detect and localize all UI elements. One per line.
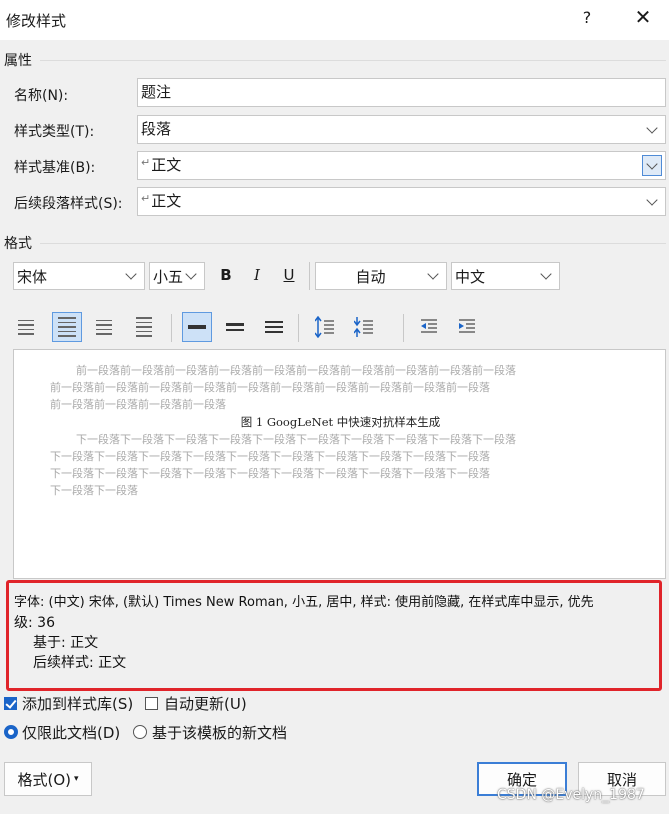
auto-update-checkbox[interactable] — [145, 697, 158, 710]
toolbar-separator — [171, 314, 172, 342]
chevron-down-icon[interactable] — [536, 265, 556, 286]
watermark: CSDN @Evelyn_1987 — [497, 787, 645, 803]
auto-update-label[interactable]: 自动更新(U) — [164, 693, 247, 714]
underline-button[interactable]: U — [276, 262, 302, 288]
one-half-spacing-icon[interactable] — [220, 312, 250, 342]
this-document-only-radio[interactable] — [4, 725, 18, 739]
title-bar: 修改样式 ? ✕ — [0, 0, 669, 40]
format-divider — [40, 243, 666, 244]
next-style-label: 后续段落样式(S): — [14, 196, 123, 212]
close-button[interactable]: ✕ — [632, 6, 654, 28]
preview-caption: 图 1 GoogLeNet 中快速对抗样本生成 — [240, 415, 441, 429]
chevron-down-icon[interactable] — [642, 191, 662, 212]
preview-previous-line: 前一段落前一段落前一段落前一段落前一段落前一段落前一段落前一段落前一段落前一段落 — [50, 381, 490, 394]
name-field[interactable]: 题注 — [137, 78, 666, 107]
decrease-indent-icon[interactable] — [414, 312, 444, 342]
paragraph-mark-icon: ↵ — [141, 156, 151, 169]
format-menu-button[interactable]: 格式(O) ▾ — [4, 762, 92, 796]
font-size-select[interactable]: 小五 — [149, 262, 205, 290]
add-to-gallery-label[interactable]: 添加到样式库(S) — [22, 693, 133, 714]
preview-previous-line: 前一段落前一段落前一段落前一段落前一段落前一段落前一段落前一段落前一段落前一段落 — [76, 364, 516, 377]
chevron-down-icon[interactable] — [181, 265, 201, 286]
justify-icon[interactable] — [129, 312, 159, 342]
preview-previous-line: 前一段落前一段落前一段落前一段落 — [50, 398, 226, 411]
preview-next-line: 下一段落下一段落下一段落下一段落下一段落下一段落下一段落下一段落下一段落下一段落 — [50, 467, 490, 480]
font-color-value: 自动 — [355, 268, 386, 286]
space-before-increase-icon[interactable] — [310, 312, 340, 342]
toolbar-separator — [298, 314, 299, 342]
bold-button[interactable]: B — [213, 262, 239, 288]
chevron-down-icon[interactable] — [642, 155, 662, 176]
script-select[interactable]: 中文 — [451, 262, 560, 290]
template-new-docs-label[interactable]: 基于该模板的新文档 — [152, 722, 287, 743]
style-type-label: 样式类型(T): — [14, 124, 95, 140]
chevron-down-icon[interactable] — [642, 119, 662, 140]
dropdown-caret-icon: ▾ — [73, 774, 79, 784]
single-spacing-icon[interactable] — [182, 312, 212, 342]
double-spacing-icon[interactable] — [259, 312, 289, 342]
increase-indent-icon[interactable] — [452, 312, 482, 342]
font-value: 宋体 — [17, 268, 48, 286]
space-before-decrease-icon[interactable] — [349, 312, 379, 342]
template-new-docs-radio[interactable] — [133, 725, 147, 739]
name-label: 名称(N): — [14, 88, 69, 104]
name-value: 题注 — [141, 83, 172, 101]
preview-next-line: 下一段落下一段落下一段落下一段落下一段落下一段落下一段落下一段落下一段落下一段落 — [76, 433, 516, 446]
format-heading: 格式 — [4, 236, 32, 252]
next-style-select[interactable]: ↵正文 — [137, 187, 666, 216]
based-on-label: 样式基准(B): — [14, 160, 96, 176]
align-left-icon[interactable] — [11, 312, 41, 342]
font-color-select[interactable]: 自动 — [315, 262, 447, 290]
align-center-icon[interactable] — [52, 312, 82, 342]
highlight-box — [6, 580, 662, 691]
preview-next-line: 下一段落下一段落下一段落下一段落下一段落下一段落下一段落下一段落下一段落下一段落 — [50, 450, 490, 463]
script-value: 中文 — [455, 268, 486, 286]
toolbar-separator — [309, 262, 310, 290]
align-right-icon[interactable] — [89, 312, 119, 342]
style-type-select[interactable]: 段落 — [137, 115, 666, 144]
toolbar-separator — [403, 314, 404, 342]
style-preview: 前一段落前一段落前一段落前一段落前一段落前一段落前一段落前一段落前一段落前一段落… — [13, 349, 666, 579]
style-type-value: 段落 — [141, 120, 172, 138]
based-on-value: 正文 — [151, 156, 182, 174]
properties-divider — [40, 60, 666, 61]
next-style-value: 正文 — [151, 192, 182, 210]
font-size-value: 小五 — [153, 268, 184, 286]
based-on-select[interactable]: ↵正文 — [137, 151, 666, 180]
add-to-gallery-checkbox[interactable] — [4, 697, 17, 710]
chevron-down-icon[interactable] — [121, 265, 141, 286]
format-button-label: 格式(O) — [17, 770, 71, 789]
this-document-only-label[interactable]: 仅限此文档(D) — [22, 722, 120, 743]
font-select[interactable]: 宋体 — [13, 262, 145, 290]
properties-heading: 属性 — [4, 53, 32, 69]
paragraph-mark-icon: ↵ — [141, 192, 151, 205]
italic-button[interactable]: I — [244, 262, 270, 288]
help-button[interactable]: ? — [580, 8, 594, 27]
chevron-down-icon[interactable] — [423, 265, 443, 286]
dialog-title: 修改样式 — [6, 12, 67, 30]
preview-next-line: 下一段落下一段落 — [50, 484, 138, 497]
